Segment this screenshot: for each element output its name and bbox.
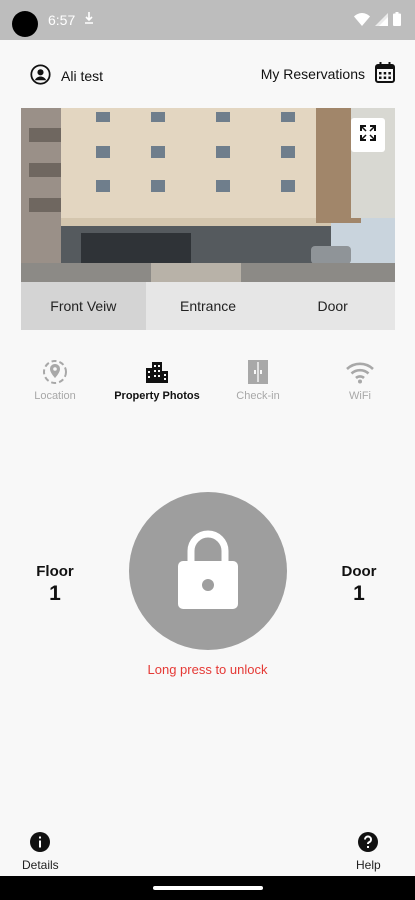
actions-row: Location Property Photos Check-in WiFi (0, 356, 415, 426)
details-label: Details (22, 858, 59, 872)
wifi-status-icon (354, 12, 370, 31)
my-reservations-button[interactable]: My Reservations (261, 62, 395, 86)
property-photos-button[interactable]: Property Photos (112, 356, 202, 402)
check-in-label: Check-in (236, 390, 280, 402)
user-name: Ali test (61, 68, 104, 84)
calendar-icon (375, 62, 395, 86)
top-bar: Ali test My Reservations (0, 60, 415, 90)
building-icon (144, 359, 170, 388)
fullscreen-icon (360, 124, 376, 146)
tab-door[interactable]: Door (270, 282, 395, 330)
floor-info: Floor 1 (20, 563, 90, 606)
unlock-button[interactable] (129, 492, 287, 650)
property-photos-label: Property Photos (114, 390, 200, 402)
location-label: Location (34, 390, 76, 402)
status-bar: 6:57 (0, 0, 415, 40)
photo-tabs: Front Veiw Entrance Door (21, 282, 395, 330)
download-icon (84, 11, 94, 28)
location-icon (41, 358, 69, 389)
tab-entrance[interactable]: Entrance (146, 282, 271, 330)
help-icon (358, 832, 379, 855)
info-icon (30, 832, 51, 855)
account-icon (30, 64, 51, 88)
tab-front-view[interactable]: Front Veiw (21, 282, 146, 330)
check-in-button[interactable]: Check-in (213, 356, 303, 402)
property-photo[interactable] (21, 108, 395, 282)
wifi-label: WiFi (349, 390, 371, 402)
home-gesture-handle[interactable] (153, 886, 263, 890)
door-icon (246, 359, 270, 388)
door-info: Door 1 (324, 563, 394, 606)
door-label: Door (341, 563, 377, 580)
battery-icon (393, 12, 401, 31)
system-nav-bar (0, 876, 415, 900)
location-button[interactable]: Location (10, 356, 100, 402)
user-profile[interactable]: Ali test (30, 64, 103, 88)
door-value: 1 (353, 582, 365, 605)
wifi-button[interactable]: WiFi (315, 356, 405, 402)
details-button[interactable]: Details (22, 832, 59, 872)
unlock-hint: Long press to unlock (147, 662, 268, 677)
floor-label: Floor (36, 563, 74, 580)
wifi-icon (345, 360, 375, 387)
help-button[interactable]: Help (356, 832, 381, 872)
help-label: Help (356, 858, 381, 872)
floor-value: 1 (49, 582, 61, 605)
lock-icon (176, 529, 240, 614)
expand-photo-button[interactable] (351, 118, 385, 152)
my-reservations-label: My Reservations (260, 66, 365, 82)
signal-icon (375, 12, 388, 31)
camera-cutout (12, 11, 38, 37)
status-time: 6:57 (48, 12, 76, 28)
building-illustration (21, 108, 395, 282)
